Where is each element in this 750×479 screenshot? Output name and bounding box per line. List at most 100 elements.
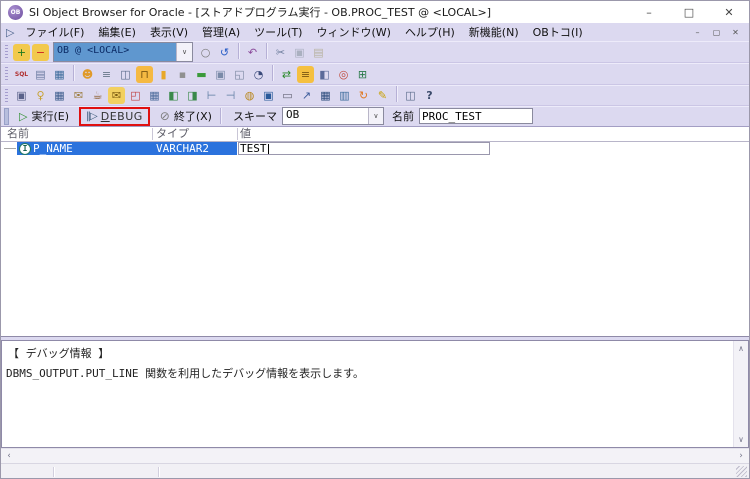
refresh-icon[interactable]: ↻ — [355, 87, 372, 104]
mail-send-icon[interactable]: ✉ — [70, 87, 87, 104]
key-icon[interactable]: ♀ — [32, 87, 49, 104]
recycle-bin-icon[interactable]: ◱ — [231, 66, 248, 83]
session-monitor-icon[interactable]: ◔ — [250, 66, 267, 83]
sql-editor-icon[interactable]: SQL — [13, 66, 30, 83]
scroll-left-icon[interactable]: ‹ — [2, 450, 16, 463]
mdi-restore-button[interactable]: ▢ — [707, 24, 726, 40]
column-divider[interactable] — [237, 128, 238, 140]
blank-window-icon[interactable]: ▭ — [279, 87, 296, 104]
data-grid-icon[interactable]: ▦ — [146, 87, 163, 104]
schema-combo[interactable]: OB ∨ — [281, 107, 384, 125]
copy-icon[interactable]: ▣ — [291, 44, 308, 61]
pane-grip[interactable] — [4, 107, 9, 125]
execution-action-bar: ▷ 実行(E) ‖▷ DEBUG ⊘ 終了(X) スキーマ OB ∨ 名前 — [1, 106, 749, 126]
run-button[interactable]: ▷ 実行(E) — [15, 108, 73, 124]
menu-new-features[interactable]: 新機能(N) — [462, 23, 526, 41]
source-window-icon[interactable]: ◨ — [184, 87, 201, 104]
menu-window[interactable]: ウィンドウ(W) — [309, 23, 397, 41]
parameter-row[interactable]: I P_NAME VARCHAR2 TEST — [1, 142, 749, 155]
data-transfer-icon[interactable]: ⊞ — [354, 66, 371, 83]
source-compare-icon[interactable]: ◧ — [316, 66, 333, 83]
column-header-name[interactable]: 名前 — [7, 127, 29, 140]
toolbar-grip[interactable] — [5, 88, 8, 103]
scroll-right-icon[interactable]: › — [734, 450, 748, 463]
lock-icon[interactable]: ⊓ — [136, 65, 153, 83]
commit-icon[interactable]: ○ — [197, 44, 214, 61]
import-export-icon[interactable]: ⇄ — [278, 66, 295, 83]
menu-help[interactable]: ヘルプ(H) — [398, 23, 462, 41]
table-window-icon[interactable]: ▣ — [13, 87, 30, 104]
chevron-down-icon[interactable]: ∨ — [367, 108, 383, 124]
maximize-button[interactable]: □ — [669, 1, 709, 23]
tablespace-icon[interactable]: ▮ — [155, 66, 172, 83]
column-header-type[interactable]: タイプ — [156, 127, 189, 140]
resize-grip[interactable] — [736, 466, 747, 477]
mdi-close-button[interactable]: ✕ — [726, 24, 745, 40]
menu-manage[interactable]: 管理(A) — [195, 23, 247, 41]
minimize-button[interactable]: – — [629, 1, 669, 23]
window-copy-icon[interactable]: ▣ — [260, 87, 277, 104]
menu-file[interactable]: ファイル(F) — [18, 23, 91, 41]
session-icon[interactable]: ≡ — [98, 66, 115, 83]
horizontal-scrollbar[interactable]: ‹ › — [1, 448, 749, 463]
split-window-icon[interactable]: ◫ — [402, 87, 419, 104]
vertical-scrollbar[interactable]: ∧ ∨ — [733, 341, 748, 447]
object-search-icon[interactable]: ◎ — [335, 66, 352, 83]
parameter-value-editor[interactable]: TEST — [238, 142, 490, 155]
parameter-type-cell[interactable]: VARCHAR2 — [156, 142, 209, 155]
option-window-icon[interactable]: ◍ — [241, 87, 258, 104]
coffee-break-icon[interactable]: ☕ — [89, 87, 106, 104]
menu-obtoko[interactable]: OBトコ(I) — [526, 23, 590, 41]
close-button[interactable]: ✕ — [709, 1, 749, 23]
mail-folder-icon[interactable]: ✉ — [108, 87, 125, 104]
debug-button[interactable]: ‖▷ DEBUG — [79, 106, 150, 126]
debug-icon: ‖▷ — [86, 110, 98, 122]
undo-icon[interactable]: ↶ — [244, 44, 261, 61]
stop-button[interactable]: ⊘ 終了(X) — [156, 108, 216, 124]
window-controls: – □ ✕ — [629, 1, 749, 23]
parameter-name-cell[interactable]: P_NAME — [33, 142, 73, 155]
shortcut-icon[interactable]: ↗ — [298, 87, 315, 104]
tree-collapse-icon[interactable]: ⊢ — [203, 87, 220, 104]
script-editor-icon[interactable]: ▤ — [32, 66, 49, 83]
menu-view[interactable]: 表示(V) — [143, 23, 195, 41]
chevron-down-icon[interactable]: ∨ — [176, 43, 192, 61]
cut-icon[interactable]: ✂ — [272, 44, 289, 61]
menu-tools[interactable]: ツール(T) — [247, 23, 309, 41]
mdi-window-icon[interactable]: ▷ — [6, 26, 14, 39]
definition-window-icon[interactable]: ◧ — [165, 87, 182, 104]
tree-expand-icon[interactable]: ⊣ — [222, 87, 239, 104]
menu-bar: ▷ ファイル(F) 編集(E) 表示(V) 管理(A) ツール(T) ウィンドウ(W) ヘル… — [1, 23, 749, 41]
disconnect-database-icon[interactable]: − — [32, 43, 49, 61]
menu-edit[interactable]: 編集(E) — [91, 23, 143, 41]
toolbar-separator — [396, 86, 397, 102]
memory-icon[interactable]: ▬ — [193, 66, 210, 83]
table-list-icon[interactable]: ▦ — [51, 87, 68, 104]
debug-info-pane[interactable]: 【 デバッグ情報 】 DBMS_OUTPUT.PUT_LINE 関数を利用したデ… — [1, 340, 749, 448]
user-icon[interactable]: ☻ — [79, 66, 96, 83]
connect-database-icon[interactable]: + — [13, 43, 30, 61]
scroll-down-icon[interactable]: ∨ — [734, 433, 748, 446]
object-copy-icon[interactable]: ▣ — [212, 66, 229, 83]
toolbar-grip[interactable] — [5, 67, 8, 81]
procedure-window-icon[interactable]: ◰ — [127, 87, 144, 104]
toolbar-grip[interactable] — [5, 45, 8, 59]
connection-combo[interactable]: OB @ <LOCAL> ∨ — [53, 42, 193, 62]
grid-window-icon[interactable]: ▦ — [317, 87, 334, 104]
mdi-minimize-button[interactable]: – — [688, 24, 707, 40]
column-header-value[interactable]: 値 — [240, 127, 251, 140]
report-icon[interactable]: ≡ — [297, 65, 314, 83]
rollback-icon[interactable]: ↺ — [216, 44, 233, 61]
transaction-buttons: ○ ↺ ↶ ✂ ▣ ▤ — [196, 42, 328, 62]
column-divider[interactable] — [152, 128, 153, 140]
help-icon[interactable]: ? — [421, 87, 438, 104]
database-server-icon[interactable]: ◫ — [117, 66, 134, 83]
er-diagram-icon[interactable]: ▥ — [336, 87, 353, 104]
result-set-icon[interactable]: ▦ — [51, 66, 68, 83]
paste-icon[interactable]: ▤ — [310, 44, 327, 61]
procedure-name-input[interactable] — [418, 108, 533, 124]
debug-info-message: DBMS_OUTPUT.PUT_LINE 関数を利用したデバッグ情報を表示します… — [6, 367, 364, 380]
role-icon[interactable]: ▪ — [174, 66, 191, 83]
edit-memo-icon[interactable]: ✎ — [374, 87, 391, 104]
scroll-up-icon[interactable]: ∧ — [734, 342, 748, 355]
